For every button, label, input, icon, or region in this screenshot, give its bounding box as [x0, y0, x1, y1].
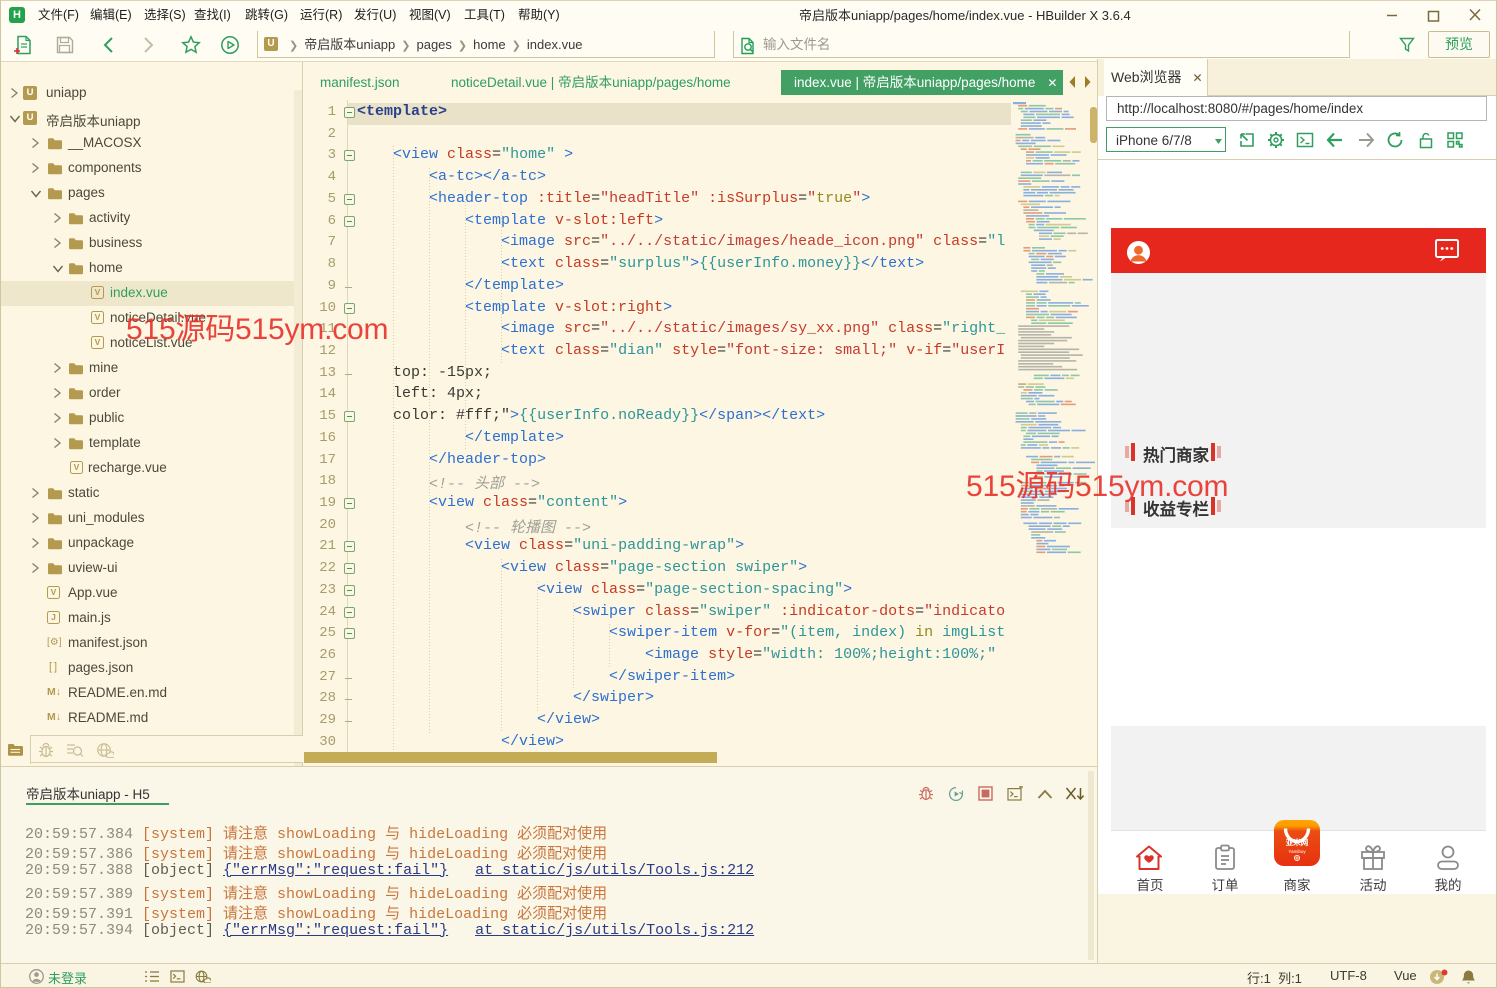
svg-text:Yamibuy: Yamibuy — [1288, 849, 1306, 854]
svg-text:亚米网: 亚米网 — [1286, 837, 1309, 847]
